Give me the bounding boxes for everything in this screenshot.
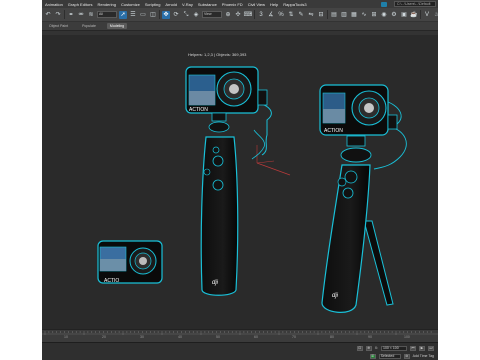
timeline-tick: 90 [368, 335, 372, 339]
lock-selection-icon[interactable]: ⊡ [356, 345, 363, 351]
camera-right-assembly[interactable]: ACTION dji [319, 84, 407, 313]
camera-left-small[interactable]: ACTIO [97, 240, 163, 284]
keyboard-shortcut-icon[interactable]: ⌨ [244, 11, 253, 19]
reference-coordinate-dropdown[interactable]: View [202, 11, 222, 18]
menu-civil-view[interactable]: Civil View [248, 2, 265, 7]
tab-object-paint[interactable]: Object Paint [46, 23, 71, 29]
scene-explorer-icon[interactable]: ▤ [330, 11, 338, 19]
percent-snap-icon[interactable]: % [277, 11, 285, 19]
auto-key-button[interactable]: ⚿ [369, 353, 376, 359]
timeline-tick: 60 [254, 335, 258, 339]
menu-arnold[interactable]: Arnold [165, 2, 177, 7]
center-grip-logo: dji [212, 280, 219, 286]
move-icon[interactable]: ✥ [162, 10, 170, 19]
camera-right-label: ACTION [324, 128, 343, 134]
status-bar: ⊡ ⊕ X: 100 < 100 ⏮ ▶ ⏭ ⚿ Selected ⊚ Add … [42, 342, 438, 360]
scene-render: ACTIO ACTION dji ACTION dji [97, 66, 407, 313]
timeline-tick: 100 [404, 335, 410, 339]
ribbon-tabs: Object Paint Populate Modeling [42, 22, 438, 31]
redo-icon[interactable]: ↷ [54, 11, 62, 19]
menu-scripting[interactable]: Scripting [145, 2, 161, 7]
selection-filter-dropdown[interactable]: All [97, 11, 117, 18]
select-by-name-icon[interactable]: ☰ [129, 11, 137, 19]
scale-icon[interactable]: ⤡ [182, 11, 190, 19]
key-filter-dropdown[interactable]: Selected [378, 353, 401, 359]
timeline-tick: 70 [292, 335, 296, 339]
render-setup-icon[interactable]: ⚙ [390, 11, 398, 19]
menu-customize[interactable]: Customize [121, 2, 140, 7]
timeline-tick: 20 [102, 335, 106, 339]
menu-animation[interactable]: Animation [45, 2, 63, 7]
camera-left-label: ACTIO [104, 278, 119, 284]
rotate-icon[interactable]: ⟳ [172, 11, 180, 19]
select-object-icon[interactable]: ➚ [119, 10, 127, 19]
layer-explorer-icon[interactable]: ▥ [340, 11, 348, 19]
x-coordinate-label: X: [374, 346, 378, 350]
toolbar-divider [420, 10, 421, 19]
rect-selection-icon[interactable]: ▭ [139, 11, 147, 19]
placement-icon[interactable]: ◈ [192, 11, 200, 19]
tab-modeling[interactable]: Modeling [106, 23, 128, 29]
add-time-tag-label[interactable]: Add Time Tag [413, 354, 434, 358]
right-grip-logo: dji [332, 293, 339, 299]
toolbar-divider [254, 10, 255, 19]
window-crossing-icon[interactable]: ◫ [149, 11, 157, 19]
status-row-top: ⊡ ⊕ X: 100 < 100 ⏮ ▶ ⏭ [42, 344, 438, 352]
link-icon[interactable]: ⚭ [67, 11, 75, 19]
spinner-snap-icon[interactable]: ⇅ [287, 11, 295, 19]
menu-help[interactable]: Help [270, 2, 278, 7]
menu-phoenix-fd[interactable]: Phoenix FD [222, 2, 243, 7]
manipulate-icon[interactable]: ✣ [234, 11, 242, 19]
toolbar-divider [64, 10, 65, 19]
unlink-icon[interactable]: ⚮ [77, 11, 85, 19]
status-row-bottom: ⚿ Selected ⊚ Add Time Tag [42, 352, 438, 360]
set-key-icon[interactable]: ⊚ [403, 353, 410, 359]
mirror-icon[interactable]: ⇋ [307, 11, 315, 19]
align-icon[interactable]: ⊟ [317, 11, 325, 19]
goto-end-icon[interactable]: ⏭ [428, 345, 434, 351]
play-icon[interactable]: ▶ [419, 345, 425, 351]
render-icon[interactable]: ☕ [410, 11, 418, 19]
timeline-tick: 50 [216, 335, 220, 339]
toolbar-divider [159, 10, 160, 19]
tab-populate[interactable]: Populate [79, 23, 99, 29]
rendered-frame-icon[interactable]: ▣ [400, 11, 408, 19]
menu-rendering[interactable]: Rendering [97, 2, 115, 7]
camera-center-label: ACTION [189, 107, 208, 113]
coordinate-field[interactable]: 100 < 100 [381, 345, 407, 351]
vray-frame-buffer-icon[interactable]: V [423, 11, 431, 19]
curve-editor-icon[interactable]: ∿ [360, 11, 368, 19]
absolute-mode-icon[interactable]: ⊕ [365, 345, 372, 351]
timeline-tick: 10 [64, 335, 68, 339]
ribbon-toggle-icon[interactable]: ▦ [350, 11, 358, 19]
named-selection-icon[interactable]: ✎ [297, 11, 305, 19]
timeline[interactable]: 10 20 30 40 50 60 70 80 90 100 [42, 329, 438, 342]
schematic-view-icon[interactable]: ⊞ [370, 11, 378, 19]
main-toolbar: ↶ ↷ ⚭ ⚮ ≋ All ➚ ☰ ▭ ◫ ✥ ⟳ ⤡ ◈ View ⊕ ✣ ⌨… [42, 8, 438, 22]
world-axis-gizmo [256, 145, 291, 176]
workspace-field[interactable]: C:\...\Users\...\Default [394, 1, 436, 7]
camera-center-assembly[interactable]: ACTION dji [185, 66, 272, 296]
angle-snap-icon[interactable]: ∡ [267, 11, 275, 19]
app-logo-icon [381, 1, 387, 7]
render-production-icon[interactable]: ♨ [433, 11, 438, 19]
perspective-viewport[interactable]: Helpers: 1,2,3 | Objects: 369,393 ACTIO … [42, 35, 438, 329]
toolbar-divider [327, 10, 328, 19]
menu-bar: Animation Graph Editors Rendering Custom… [42, 0, 438, 8]
snap-3d-icon[interactable]: 3 [257, 11, 265, 19]
timeline-tick: 30 [140, 335, 144, 339]
timeline-tick: 80 [330, 335, 334, 339]
undo-icon[interactable]: ↶ [44, 11, 52, 19]
menu-vray[interactable]: V-Ray [182, 2, 193, 7]
pivot-center-icon[interactable]: ⊕ [224, 11, 232, 19]
goto-start-icon[interactable]: ⏮ [410, 345, 416, 351]
menu-graph-editors[interactable]: Graph Editors [68, 2, 93, 7]
menu-substance[interactable]: Substance [198, 2, 217, 7]
material-editor-icon[interactable]: ◉ [380, 11, 388, 19]
timeline-tick: 40 [178, 335, 182, 339]
menu-rappatools[interactable]: RappaTools3 [283, 2, 306, 7]
bind-space-warp-icon[interactable]: ≋ [87, 11, 95, 19]
3ds-max-window: Animation Graph Editors Rendering Custom… [42, 0, 438, 360]
